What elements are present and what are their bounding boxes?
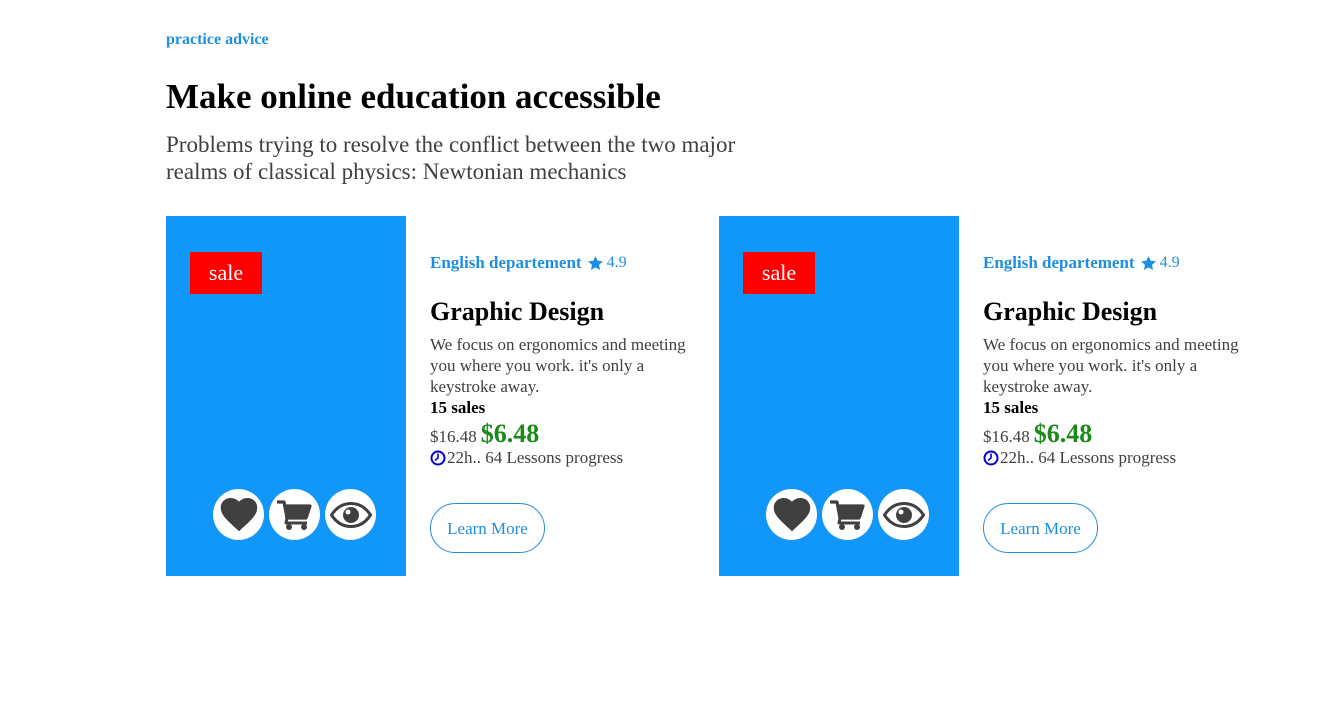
quick-view-button[interactable] <box>878 489 929 540</box>
page-subtitle: Problems trying to resolve the conflict … <box>166 132 736 184</box>
progress-row: 22h.. 64 Lessons progress <box>983 447 1243 468</box>
department-link[interactable]: English departement <box>430 252 582 274</box>
department-link[interactable]: English departement <box>983 252 1135 274</box>
course-title: Graphic Design <box>983 297 1158 326</box>
course-description: We focus on ergonomics and meeting you w… <box>430 335 686 396</box>
heart-icon <box>220 497 257 531</box>
course-info: English departement 4.9 Graphic Design W… <box>430 252 690 468</box>
progress-text: 22h.. 64 Lessons progress <box>447 448 624 467</box>
clock-icon <box>983 450 999 465</box>
cart-icon <box>829 499 865 530</box>
rating-value: 4.9 <box>1159 254 1180 271</box>
sales-count: 15 sales <box>430 398 486 417</box>
course-thumbnail[interactable]: sale <box>166 216 406 576</box>
progress-text: 22h.. 64 Lessons progress <box>1000 448 1177 467</box>
rating-value: 4.9 <box>606 254 627 271</box>
course-description: We focus on ergonomics and meeting you w… <box>983 335 1239 396</box>
sale-badge: sale <box>743 252 815 294</box>
wishlist-button[interactable] <box>213 489 264 540</box>
old-price: $16.48 <box>430 427 477 446</box>
price-row: $16.48 $6.48 <box>430 419 690 448</box>
card-actions <box>766 489 929 540</box>
course-card: sale English departement 4.9 Graphic Des… <box>166 216 696 576</box>
eye-icon <box>882 501 925 528</box>
learn-more-button[interactable]: Learn More <box>983 503 1098 553</box>
course-info: English departement 4.9 Graphic Design W… <box>983 252 1243 468</box>
heart-icon <box>773 497 810 531</box>
quick-view-button[interactable] <box>325 489 376 540</box>
page-title: Make online education accessible <box>166 77 661 116</box>
progress-row: 22h.. 64 Lessons progress <box>430 447 690 468</box>
add-to-cart-button[interactable] <box>269 489 320 540</box>
sale-badge: sale <box>190 252 262 294</box>
department-row: English departement 4.9 <box>983 252 1243 274</box>
course-thumbnail[interactable]: sale <box>719 216 959 576</box>
course-title: Graphic Design <box>430 297 605 326</box>
learn-more-button[interactable]: Learn More <box>430 503 545 553</box>
sales-count: 15 sales <box>983 398 1039 417</box>
old-price: $16.48 <box>983 427 1030 446</box>
eye-icon <box>329 501 372 528</box>
star-icon <box>587 255 603 270</box>
department-row: English departement 4.9 <box>430 252 690 274</box>
new-price: $6.48 <box>1033 419 1093 448</box>
add-to-cart-button[interactable] <box>822 489 873 540</box>
star-icon <box>1140 255 1156 270</box>
course-card: sale English departement 4.9 Graphic Des… <box>719 216 1249 576</box>
clock-icon <box>430 450 446 465</box>
page: practice advice Make online education ac… <box>0 0 1336 727</box>
card-actions <box>213 489 376 540</box>
cart-icon <box>276 499 312 530</box>
new-price: $6.48 <box>480 419 540 448</box>
wishlist-button[interactable] <box>766 489 817 540</box>
section-eyebrow: practice advice <box>166 31 269 48</box>
price-row: $16.48 $6.48 <box>983 419 1243 448</box>
